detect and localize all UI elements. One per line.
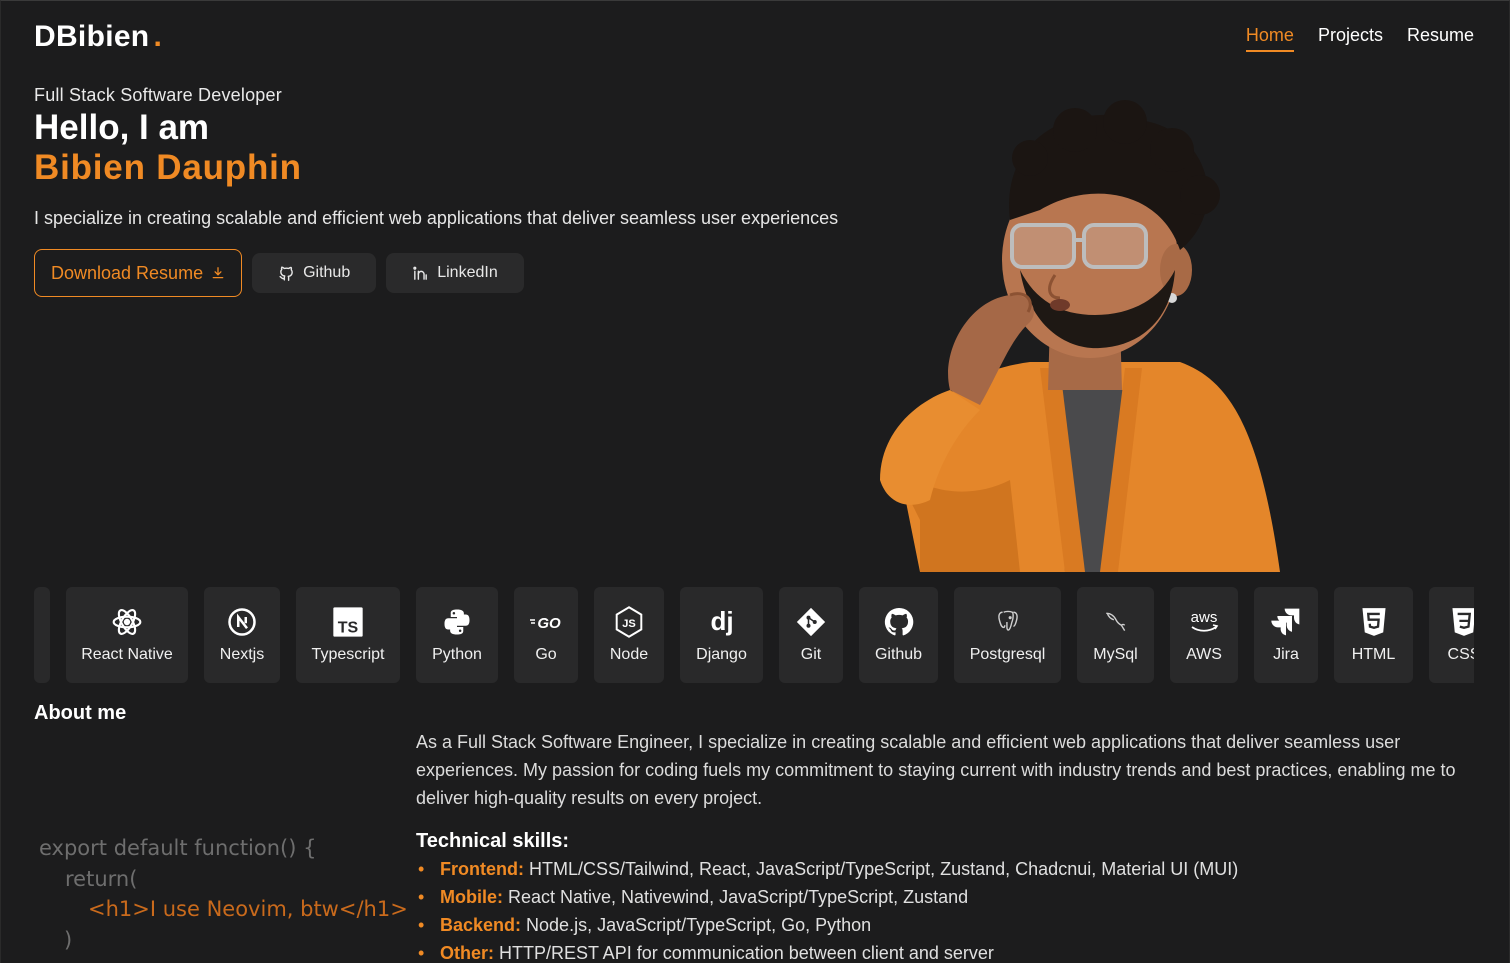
jira-icon	[1271, 608, 1300, 636]
skill-card-jira: Jira	[1254, 587, 1318, 683]
brand-dot: .	[153, 20, 163, 53]
list-item: Backend: Node.js, JavaScript/TypeScript,…	[416, 911, 1238, 939]
svg-text:GO: GO	[537, 615, 561, 632]
code-line: )	[64, 927, 73, 952]
skill-label: AWS	[1186, 646, 1222, 663]
nextjs-icon	[228, 608, 256, 636]
skill-label: Django	[696, 646, 747, 663]
skill-card-mysql: MySql	[1077, 587, 1154, 683]
skill-label: Node	[609, 646, 649, 663]
skill-card-nextjs: Nextjs	[204, 587, 280, 683]
nodejs-icon: JS	[615, 606, 643, 638]
svg-text:TS: TS	[338, 620, 359, 637]
mysql-icon	[1105, 612, 1125, 632]
hero-role: Full Stack Software Developer	[34, 85, 282, 105]
skill-card-github: Github	[859, 587, 938, 683]
skill-category: Backend:	[440, 915, 522, 935]
skill-category: Mobile:	[440, 887, 503, 907]
skill-label: CSS	[1447, 646, 1474, 663]
skill-card-go: GO Go	[514, 587, 578, 683]
hero-actions: Download Resume Github LinkedIn	[34, 249, 524, 297]
code-line: export default function() {	[39, 836, 317, 860]
skill-card-typescript: TS Typescript	[296, 587, 400, 683]
nav-link-home[interactable]: Home	[1245, 25, 1294, 52]
skill-card-node: JS Node	[594, 587, 664, 683]
skill-label: Jira	[1273, 646, 1299, 663]
brand-name: DBibien	[34, 20, 150, 53]
github-label: Github	[303, 264, 351, 281]
code-line: <h1>I use Neovim, btw</h1>	[88, 897, 408, 921]
svg-text:JS: JS	[622, 618, 636, 630]
github-icon	[279, 265, 293, 281]
skill-details: HTML/CSS/Tailwind, React, JavaScript/Typ…	[523, 859, 1239, 879]
developer-avatar-illustration	[860, 100, 1300, 572]
django-icon: dj	[710, 606, 733, 636]
skills-strip[interactable]: React Native Nextjs TS Typescript Python…	[34, 587, 1474, 683]
skill-label: Nextjs	[219, 646, 265, 663]
skill-card-python: Python	[416, 587, 498, 683]
skill-label: React Native	[81, 646, 173, 663]
go-icon: GO	[530, 615, 561, 632]
python-icon	[444, 609, 470, 635]
aws-icon: aws	[1191, 609, 1219, 632]
list-item: Mobile: React Native, Nativewind, JavaSc…	[416, 883, 1238, 911]
skill-category: Other:	[440, 943, 494, 963]
hero-greeting: Hello, I am	[34, 108, 210, 147]
skill-label: Github	[874, 646, 923, 663]
skill-label: Python	[432, 646, 482, 663]
technical-skills-list: Frontend: HTML/CSS/Tailwind, React, Java…	[416, 855, 1238, 963]
skill-label: HTML	[1351, 646, 1396, 663]
download-resume-button[interactable]: Download Resume	[34, 249, 243, 297]
skill-details: HTTP/REST API for communication between …	[494, 943, 994, 963]
brand-logo[interactable]: DBibien.	[34, 20, 162, 54]
html5-icon	[1361, 608, 1386, 636]
skills-track: React Native Nextjs TS Typescript Python…	[34, 587, 1474, 683]
main-nav: Home Projects Resume	[1245, 25, 1474, 52]
skill-category: Frontend:	[440, 859, 524, 879]
list-item: Other: HTTP/REST API for communication b…	[416, 939, 1238, 963]
about-paragraph: As a Full Stack Software Engineer, I spe…	[416, 732, 1456, 808]
skill-label: MySql	[1093, 646, 1138, 663]
svg-text:aws: aws	[1191, 609, 1218, 626]
svg-text:dj: dj	[710, 606, 733, 636]
git-icon	[796, 607, 826, 637]
react-icon	[112, 609, 142, 635]
code-snippet: export default function() { return( <h1>…	[39, 833, 408, 955]
skill-label: Go	[535, 646, 557, 663]
skill-card-postgresql: Postgresql	[954, 587, 1061, 683]
skill-card-partial	[34, 587, 50, 683]
skill-details: Node.js, JavaScript/TypeScript, Go, Pyth…	[521, 915, 872, 935]
skill-card-html: HTML	[1334, 587, 1413, 683]
hero-name: Bibien Dauphin	[34, 148, 302, 187]
skill-label: Postgresql	[969, 646, 1046, 663]
code-line: return(	[65, 866, 138, 891]
github-icon	[884, 607, 913, 636]
github-button[interactable]: Github	[252, 253, 377, 293]
list-item: Frontend: HTML/CSS/Tailwind, React, Java…	[416, 855, 1238, 883]
download-icon	[212, 267, 224, 279]
skill-card-git: Git	[779, 587, 843, 683]
css3-icon	[1452, 608, 1474, 636]
download-resume-label: Download Resume	[51, 262, 204, 283]
skill-label: Typescript	[311, 646, 385, 663]
skill-label: Git	[800, 646, 822, 663]
about-title: About me	[34, 702, 127, 724]
skill-details: React Native, Nativewind, JavaScript/Typ…	[503, 887, 969, 907]
nav-link-resume[interactable]: Resume	[1407, 25, 1474, 52]
skill-card-react-native: React Native	[66, 587, 188, 683]
technical-skills-title: Technical skills:	[416, 830, 570, 852]
nav-link-projects[interactable]: Projects	[1318, 25, 1383, 52]
linkedin-button[interactable]: LinkedIn	[386, 253, 524, 293]
skill-card-aws: aws AWS	[1170, 587, 1238, 683]
hero-tagline: I specialize in creating scalable and ef…	[34, 208, 839, 228]
typescript-icon: TS	[333, 607, 363, 637]
skill-card-django: dj Django	[680, 587, 763, 683]
postgresql-icon	[997, 610, 1018, 631]
linkedin-label: LinkedIn	[437, 264, 498, 281]
skill-card-css: CSS	[1429, 587, 1474, 683]
linkedin-icon	[413, 266, 428, 280]
